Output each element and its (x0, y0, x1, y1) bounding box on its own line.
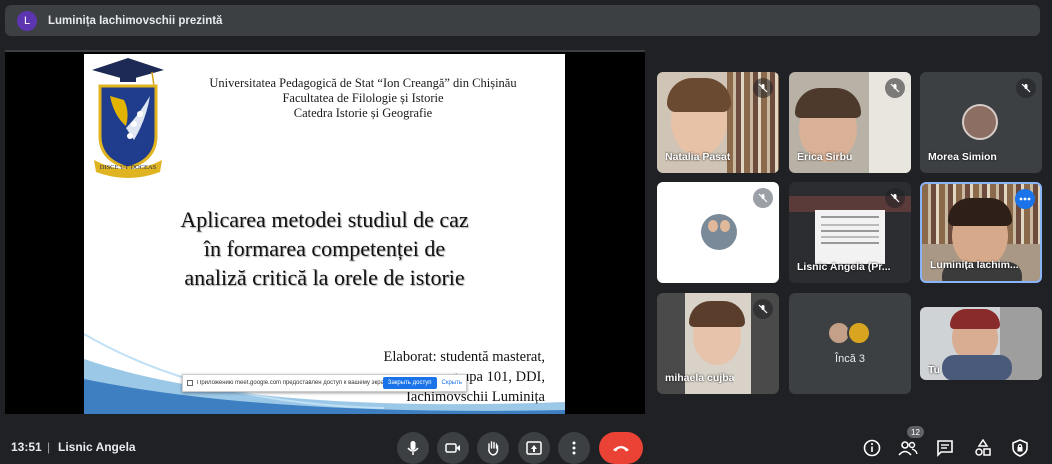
microphone-button[interactable] (397, 432, 429, 464)
info-icon (863, 439, 881, 457)
participant-video (795, 88, 861, 118)
present-screen-button[interactable] (518, 432, 550, 464)
shield-lock-icon (1012, 439, 1028, 457)
stop-sharing-button[interactable]: Закрыть доступ (382, 377, 437, 389)
participant-avatar (720, 220, 730, 232)
separator: | (47, 440, 51, 454)
present-screen-icon (526, 441, 542, 455)
participant-tile[interactable]: Erica Sirbu (789, 72, 911, 173)
presenting-text: Luminița Iachimovschii prezintă (48, 14, 223, 27)
participant-video (950, 309, 1000, 329)
people-icon (898, 441, 918, 456)
chat-button[interactable] (933, 436, 957, 460)
participant-name: Tu (928, 364, 941, 376)
screen-share-notice: Приложению meet.google.com предоставлен … (182, 374, 467, 392)
participant-tile-active[interactable]: Luminița Iachim... (920, 182, 1042, 283)
muted-mic-icon (753, 78, 773, 98)
people-count-badge: 12 (907, 426, 924, 438)
participant-tile[interactable] (657, 182, 779, 283)
presentation-stage: DISCE UT DOCEAS Universitatea Pedagogică… (5, 50, 645, 414)
presenter-avatar: L (17, 10, 37, 31)
participant-tile[interactable]: Lisnic Angela (Pr... (789, 182, 911, 283)
meeting-name: Lisnic Angela (58, 440, 136, 454)
meeting-details-button[interactable] (860, 436, 884, 460)
muted-mic-icon (885, 188, 905, 208)
shared-screen-preview (815, 210, 885, 264)
more-participants-tile[interactable]: Încă 3 (789, 293, 911, 394)
muted-mic-icon (1016, 78, 1036, 98)
activities-icon (975, 439, 991, 456)
camera-icon (445, 443, 460, 453)
participant-avatar (847, 321, 871, 345)
more-options-button[interactable] (558, 432, 590, 464)
participant-video (948, 198, 1012, 226)
chat-icon (937, 440, 953, 457)
participant-name: Luminița Iachim... (930, 259, 1019, 271)
end-call-icon (613, 446, 629, 452)
more-options-icon[interactable] (1015, 189, 1035, 209)
host-controls-button[interactable] (1008, 436, 1032, 460)
svg-text:DISCE UT DOCEAS: DISCE UT DOCEAS (100, 164, 157, 171)
slide-header: Universitatea Pedagogică de Stat “Ion Cr… (166, 76, 560, 121)
slide-title: Aplicarea metodei studiul de caz în form… (84, 205, 565, 292)
slide-author-line: Elaborat: studentă masterat, (383, 349, 545, 365)
slide-department: Catedra Istorie și Geografie (293, 106, 433, 120)
slide: DISCE UT DOCEAS Universitatea Pedagogică… (84, 54, 565, 414)
participant-name: Erica Sirbu (797, 151, 853, 163)
participant-video (689, 301, 745, 327)
more-vert-icon (572, 441, 576, 455)
slide-faculty: Facultatea de Filologie și Istorie (282, 91, 444, 105)
self-view-tile[interactable]: Tu (920, 307, 1042, 380)
slide-university: Universitatea Pedagogică de Stat “Ion Cr… (209, 76, 517, 90)
participant-tile[interactable]: mihaela cujba (657, 293, 779, 394)
muted-mic-icon (885, 78, 905, 98)
slide-title-line: Aplicarea metodei studiul de caz (180, 207, 469, 232)
presenting-banner: L Luminița Iachimovschii prezintă (5, 5, 1040, 36)
microphone-icon (407, 441, 419, 455)
participant-name: Natalia Pasat (665, 151, 731, 163)
slide-title-line: în formarea competenței de (203, 236, 446, 261)
bottom-control-bar: 13:51 | Lisnic Angela 12 (0, 426, 1052, 464)
raise-hand-button[interactable] (477, 432, 509, 464)
activities-button[interactable] (971, 436, 995, 460)
people-button[interactable] (896, 436, 920, 460)
muted-mic-icon (753, 299, 773, 319)
share-notice-icon (187, 380, 193, 386)
participant-tile[interactable]: Morea Simion (920, 72, 1042, 173)
participant-name: mihaela cujba (665, 372, 735, 384)
share-notice-message: Приложению meet.google.com предоставлен … (197, 380, 383, 386)
participant-name: Lisnic Angela (Pr... (797, 261, 891, 273)
participant-tile[interactable]: Natalia Pasat (657, 72, 779, 173)
participant-name: Morea Simion (928, 151, 997, 163)
hide-notice-link[interactable]: Скрыть (442, 380, 462, 386)
leave-call-button[interactable] (599, 432, 643, 464)
participant-video (942, 355, 1012, 380)
university-crest-icon: DISCE UT DOCEAS (92, 58, 164, 178)
hand-icon (488, 441, 499, 456)
slide-title-line: analiză critică la orele de istorie (184, 265, 465, 290)
clock: 13:51 (11, 440, 42, 454)
muted-mic-icon (753, 188, 773, 208)
more-participants-label: Încă 3 (835, 353, 865, 365)
participant-avatar (701, 214, 737, 250)
participant-video (667, 78, 731, 112)
participant-avatar (962, 104, 998, 140)
participant-avatar (708, 220, 718, 232)
camera-button[interactable] (437, 432, 469, 464)
